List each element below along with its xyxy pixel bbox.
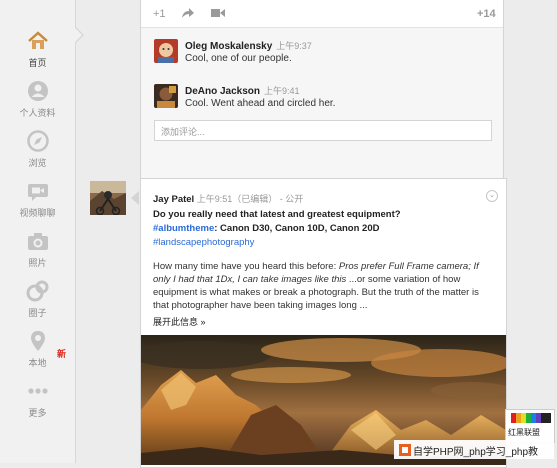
post-headline: Do you really need that latest and great… (153, 209, 401, 220)
post-text-line: How many time have you heard this before… (153, 261, 479, 272)
post-visibility[interactable]: 公开 (285, 194, 303, 204)
comment-time: 上午9:41 (264, 86, 300, 96)
comment-author[interactable]: DeAno Jackson 上午9:41 (185, 84, 300, 97)
nav-profile[interactable]: 个人资料 (0, 79, 75, 119)
hangout-icon[interactable] (211, 8, 225, 21)
nav-photos-label: 照片 (28, 258, 47, 268)
previous-post-card: +1 +14 Oleg Moskalensky 上午9:37 Cool, one … (140, 0, 504, 190)
watermark-icon (399, 444, 411, 456)
comment-text: Cool. Went ahead and circled her. (185, 98, 336, 109)
explore-compass-icon (26, 130, 49, 152)
watermark-color-stripe (511, 413, 551, 423)
camera-icon (27, 233, 48, 250)
commenter-avatar[interactable] (154, 39, 178, 63)
post-cameras-line: #albumtheme: Canon D30, Canon 10D, Canon… (153, 223, 380, 234)
new-badge: 新 (57, 349, 67, 359)
hangout-video-icon (27, 184, 48, 201)
post-body: Do you really need that latest and great… (153, 208, 501, 328)
nav-circles[interactable]: 圈子 (0, 279, 75, 319)
plus-count: +14 (477, 8, 496, 20)
comment-time: 上午9:37 (276, 41, 312, 51)
post-header: Jay Patel 上午9:51（已编辑） - 公开 (153, 192, 303, 205)
watermark-text: 自学PHP网_php学习_php教 (413, 447, 539, 458)
nav-home[interactable]: 首页 (0, 29, 75, 69)
nav-hangout-label: 视频聊聊 (19, 208, 56, 218)
post-time[interactable]: 上午9:51（已编辑） (197, 194, 278, 204)
post-separator: - (279, 194, 283, 204)
add-comment-input[interactable]: 添加评论... (154, 120, 492, 141)
nav-more-label: 更多 (28, 408, 47, 418)
comment-author[interactable]: Oleg Moskalensky 上午9:37 (185, 39, 312, 52)
profile-icon (27, 81, 48, 101)
share-icon[interactable] (181, 7, 195, 22)
post-card: Jay Patel 上午9:51（已编辑） - 公开 ⌄ Do you real… (140, 178, 507, 468)
commenter-avatar[interactable] (154, 84, 178, 108)
nav-more[interactable]: 更多 (0, 379, 75, 419)
nav-explore[interactable]: 浏览 (0, 129, 75, 169)
comments-section: Oleg Moskalensky 上午9:37 Cool, one of our … (141, 28, 503, 189)
plus-one-button[interactable]: +1 (153, 8, 166, 20)
left-nav: 首页 个人资料 浏览 视频聊聊 照片 圈子 本地 新 更多 (0, 0, 76, 463)
post-text-line: only I had that 1Dx, I can take images l… (153, 274, 461, 285)
post-author-name[interactable]: Jay Patel (153, 194, 194, 205)
comment-text: Cool, one of our people. (185, 53, 292, 64)
nav-photos[interactable]: 照片 (0, 229, 75, 269)
location-pin-icon (30, 331, 45, 351)
nav-circles-label: 圈子 (28, 308, 47, 318)
nav-explore-label: 浏览 (28, 158, 47, 168)
post-hashtag-line: #landscapephotography (153, 236, 501, 249)
hashtag-link[interactable]: #albumtheme (153, 223, 214, 234)
nav-hangout[interactable]: 视频聊聊 (0, 179, 75, 219)
post-action-bar: +1 +14 (141, 1, 503, 28)
nav-home-label: 首页 (28, 58, 47, 68)
home-icon (27, 31, 48, 49)
post-author-avatar[interactable] (90, 181, 126, 215)
post-text-line: equipment is what makes or break a photo… (153, 287, 479, 298)
more-dots-icon (27, 388, 48, 394)
expand-post-link[interactable]: 展开此信息 » (153, 315, 501, 328)
post-menu-chevron-icon[interactable]: ⌄ (486, 190, 498, 202)
post-text-line: that photographer have been taking image… (153, 300, 368, 311)
circles-icon (26, 280, 48, 302)
watermark-logo-text: 红黑联盟 (508, 428, 540, 437)
nav-profile-label: 个人资料 (19, 108, 56, 118)
hashtag-link[interactable]: #landscapephotography (153, 237, 254, 248)
